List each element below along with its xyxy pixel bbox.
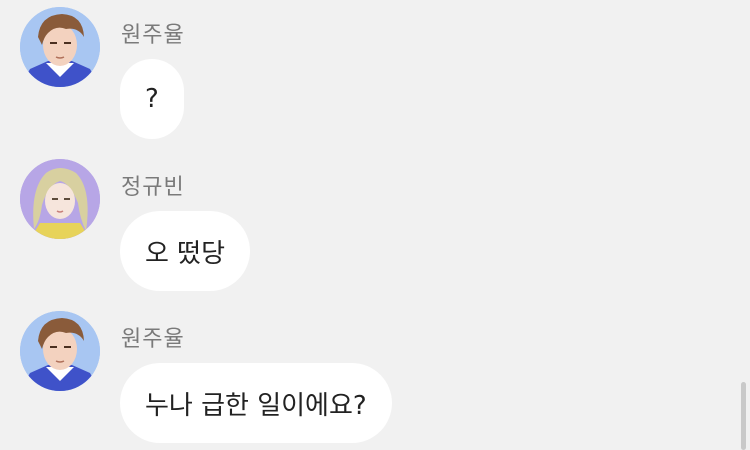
sender-name: 정규빈 [121,175,185,200]
male-character-avatar-image [20,7,100,87]
message-bubble[interactable]: 누나 급한 일이에요? [120,363,392,443]
female-character-avatar[interactable] [20,159,100,239]
chat-view: 원주율 ? 정규빈 오 떴당 원주율 누나 급한 일이에요? [0,0,750,450]
male-character-avatar[interactable] [20,7,100,87]
scrollbar-thumb[interactable] [741,382,746,450]
sender-name: 원주율 [121,23,185,48]
sender-name: 원주율 [121,327,185,352]
male-character-avatar[interactable] [20,311,100,391]
female-character-avatar-image [20,159,100,239]
male-character-avatar-image [20,311,100,391]
message-bubble[interactable]: ? [120,59,184,139]
message-bubble[interactable]: 오 떴당 [120,211,251,291]
